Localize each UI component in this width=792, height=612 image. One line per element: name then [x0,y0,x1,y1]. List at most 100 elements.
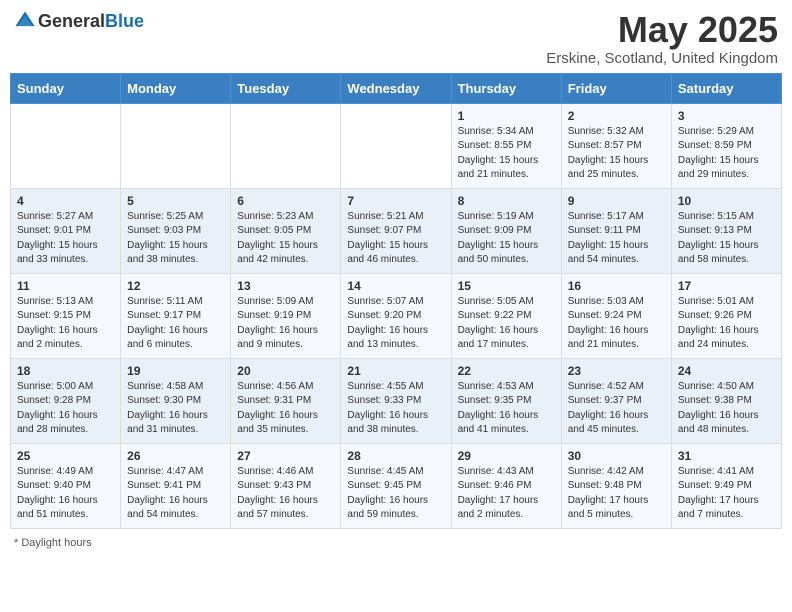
main-title: May 2025 [546,10,778,50]
day-info: Sunrise: 4:58 AM Sunset: 9:30 PM Dayligh… [127,380,224,438]
day-number: 22 [458,364,555,378]
day-number: 17 [678,279,775,293]
day-number: 1 [458,109,555,123]
day-info: Sunrise: 5:09 AM Sunset: 9:19 PM Dayligh… [237,295,334,353]
day-number: 14 [347,279,444,293]
calendar-cell: 31 Sunrise: 4:41 AM Sunset: 9:49 PM Dayli… [671,443,781,528]
day-info: Sunrise: 4:55 AM Sunset: 9:33 PM Dayligh… [347,380,444,438]
day-number: 11 [17,279,114,293]
calendar-cell: 3 Sunrise: 5:29 AM Sunset: 8:59 PM Daylig… [671,103,781,188]
calendar-week-1: 1 Sunrise: 5:34 AM Sunset: 8:55 PM Daylig… [11,103,782,188]
day-number: 31 [678,449,775,463]
day-info: Sunrise: 4:43 AM Sunset: 9:46 PM Dayligh… [458,465,555,523]
day-info: Sunrise: 5:00 AM Sunset: 9:28 PM Dayligh… [17,380,114,438]
calendar-cell: 28 Sunrise: 4:45 AM Sunset: 9:45 PM Dayli… [341,443,451,528]
calendar-cell: 11Sunrise: 5:13 AM Sunset: 9:15 PM Dayli… [11,273,121,358]
calendar-cell: 20Sunrise: 4:56 AM Sunset: 9:31 PM Dayli… [231,358,341,443]
calendar-cell: 1 Sunrise: 5:34 AM Sunset: 8:55 PM Daylig… [451,103,561,188]
calendar-cell: 5 Sunrise: 5:25 AM Sunset: 9:03 PM Daylig… [121,188,231,273]
calendar-cell: 14 Sunrise: 5:07 AM Sunset: 9:20 PM Dayli… [341,273,451,358]
day-number: 6 [237,194,334,208]
calendar-cell: 26Sunrise: 4:47 AM Sunset: 9:41 PM Dayli… [121,443,231,528]
day-number: 10 [678,194,775,208]
daylight-label: Daylight hours [21,537,91,549]
calendar-cell: 17Sunrise: 5:01 AM Sunset: 9:26 PM Dayli… [671,273,781,358]
day-number: 16 [568,279,665,293]
calendar-cell: 2 Sunrise: 5:32 AM Sunset: 8:57 PM Daylig… [561,103,671,188]
calendar-cell: 10 Sunrise: 5:15 AM Sunset: 9:13 PM Dayli… [671,188,781,273]
day-header-sunday: Sunday [11,73,121,103]
day-info: Sunrise: 5:03 AM Sunset: 9:24 PM Dayligh… [568,295,665,353]
day-info: Sunrise: 5:25 AM Sunset: 9:03 PM Dayligh… [127,210,224,268]
day-info: Sunrise: 4:47 AM Sunset: 9:41 PM Dayligh… [127,465,224,523]
day-info: Sunrise: 4:46 AM Sunset: 9:43 PM Dayligh… [237,465,334,523]
day-number: 20 [237,364,334,378]
day-number: 15 [458,279,555,293]
day-info: Sunrise: 5:34 AM Sunset: 8:55 PM Dayligh… [458,125,555,183]
day-number: 7 [347,194,444,208]
calendar-cell: 9Sunrise: 5:17 AM Sunset: 9:11 PM Daylig… [561,188,671,273]
day-header-tuesday: Tuesday [231,73,341,103]
calendar-cell: 16 Sunrise: 5:03 AM Sunset: 9:24 PM Dayli… [561,273,671,358]
day-number: 28 [347,449,444,463]
day-info: Sunrise: 5:29 AM Sunset: 8:59 PM Dayligh… [678,125,775,183]
title-area: May 2025 Erskine, Scotland, United Kingd… [546,10,778,67]
calendar-cell: 7 Sunrise: 5:21 AM Sunset: 9:07 PM Daylig… [341,188,451,273]
calendar-cell: 29Sunrise: 4:43 AM Sunset: 9:46 PM Dayli… [451,443,561,528]
day-info: Sunrise: 5:32 AM Sunset: 8:57 PM Dayligh… [568,125,665,183]
calendar-header: SundayMondayTuesdayWednesdayThursdayFrid… [11,73,782,103]
logo: GeneralBlue [14,10,144,32]
header: GeneralBlue May 2025 Erskine, Scotland, … [10,10,782,67]
footer-note: * Daylight hours [10,537,782,549]
day-number: 30 [568,449,665,463]
day-number: 5 [127,194,224,208]
day-header-saturday: Saturday [671,73,781,103]
day-header-monday: Monday [121,73,231,103]
calendar-cell [341,103,451,188]
day-header-wednesday: Wednesday [341,73,451,103]
logo-general: General [38,11,105,31]
day-info: Sunrise: 4:45 AM Sunset: 9:45 PM Dayligh… [347,465,444,523]
calendar-cell: 19Sunrise: 4:58 AM Sunset: 9:30 PM Dayli… [121,358,231,443]
day-info: Sunrise: 4:42 AM Sunset: 9:48 PM Dayligh… [568,465,665,523]
day-number: 13 [237,279,334,293]
calendar-cell [231,103,341,188]
logo-text: GeneralBlue [38,11,144,32]
day-number: 4 [17,194,114,208]
calendar: SundayMondayTuesdayWednesdayThursdayFrid… [10,73,782,529]
calendar-cell: 27Sunrise: 4:46 AM Sunset: 9:43 PM Dayli… [231,443,341,528]
day-info: Sunrise: 4:50 AM Sunset: 9:38 PM Dayligh… [678,380,775,438]
day-info: Sunrise: 5:17 AM Sunset: 9:11 PM Dayligh… [568,210,665,268]
day-header-thursday: Thursday [451,73,561,103]
day-number: 3 [678,109,775,123]
calendar-cell: 21Sunrise: 4:55 AM Sunset: 9:33 PM Dayli… [341,358,451,443]
day-info: Sunrise: 4:41 AM Sunset: 9:49 PM Dayligh… [678,465,775,523]
calendar-cell [11,103,121,188]
calendar-cell: 13 Sunrise: 5:09 AM Sunset: 9:19 PM Dayli… [231,273,341,358]
day-info: Sunrise: 5:23 AM Sunset: 9:05 PM Dayligh… [237,210,334,268]
day-number: 2 [568,109,665,123]
day-info: Sunrise: 5:21 AM Sunset: 9:07 PM Dayligh… [347,210,444,268]
calendar-cell: 15 Sunrise: 5:05 AM Sunset: 9:22 PM Dayli… [451,273,561,358]
day-number: 23 [568,364,665,378]
logo-icon [14,10,36,32]
calendar-cell: 6 Sunrise: 5:23 AM Sunset: 9:05 PM Daylig… [231,188,341,273]
calendar-cell: 8Sunrise: 5:19 AM Sunset: 9:09 PM Daylig… [451,188,561,273]
calendar-body: 1 Sunrise: 5:34 AM Sunset: 8:55 PM Daylig… [11,103,782,528]
day-info: Sunrise: 5:15 AM Sunset: 9:13 PM Dayligh… [678,210,775,268]
calendar-cell: 12Sunrise: 5:11 AM Sunset: 9:17 PM Dayli… [121,273,231,358]
day-number: 12 [127,279,224,293]
calendar-cell [121,103,231,188]
calendar-cell: 24 Sunrise: 4:50 AM Sunset: 9:38 PM Dayli… [671,358,781,443]
logo-blue: Blue [105,11,144,31]
calendar-week-2: 4Sunrise: 5:27 AM Sunset: 9:01 PM Daylig… [11,188,782,273]
day-info: Sunrise: 4:49 AM Sunset: 9:40 PM Dayligh… [17,465,114,523]
day-number: 18 [17,364,114,378]
calendar-cell: 30 Sunrise: 4:42 AM Sunset: 9:48 PM Dayli… [561,443,671,528]
calendar-cell: 23Sunrise: 4:52 AM Sunset: 9:37 PM Dayli… [561,358,671,443]
day-number: 8 [458,194,555,208]
day-number: 24 [678,364,775,378]
day-info: Sunrise: 5:05 AM Sunset: 9:22 PM Dayligh… [458,295,555,353]
day-info: Sunrise: 5:07 AM Sunset: 9:20 PM Dayligh… [347,295,444,353]
calendar-week-3: 11Sunrise: 5:13 AM Sunset: 9:15 PM Dayli… [11,273,782,358]
